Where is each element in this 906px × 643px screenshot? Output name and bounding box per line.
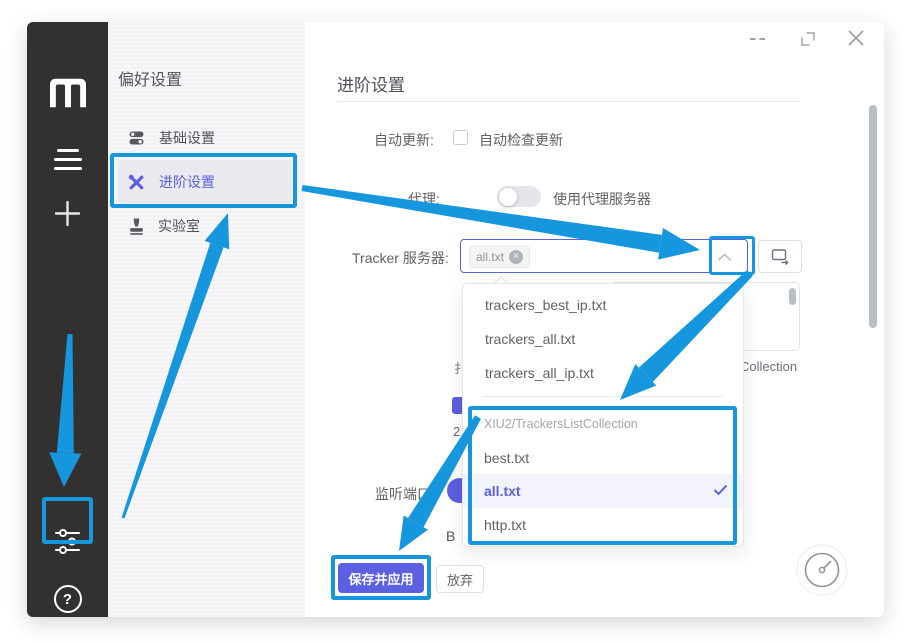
main-scrollbar-thumb[interactable] xyxy=(869,105,877,328)
sidebar: ? xyxy=(27,22,108,617)
basic-settings-icon xyxy=(128,130,145,146)
task-list-icon[interactable] xyxy=(27,149,108,170)
page-title: 进阶设置 xyxy=(337,71,405,96)
menu-item-label: 基础设置 xyxy=(159,128,215,148)
discard-button[interactable]: 放弃 xyxy=(436,565,484,593)
preferences-title: 偏好设置 xyxy=(118,66,182,90)
maximize-button[interactable] xyxy=(800,31,816,52)
app-window: ? 偏好设置 基础设置 进阶设置 实验室 xyxy=(0,0,906,643)
help-glyph: ? xyxy=(54,585,82,613)
dropdown-group-label: XIU2/TrackersListCollection xyxy=(484,417,638,431)
speed-gauge-button[interactable] xyxy=(796,544,848,601)
motrix-m-glyph xyxy=(50,78,86,108)
proxy-toggle[interactable] xyxy=(497,186,541,207)
auto-update-checkbox-label: 自动检查更新 xyxy=(479,130,563,150)
lab-icon xyxy=(129,218,144,235)
collection-link-fragment[interactable]: Collection xyxy=(740,359,797,374)
motrix-logo-icon xyxy=(27,78,108,108)
preferences-sliders-icon[interactable] xyxy=(27,529,108,554)
dropdown-option[interactable]: trackers_all_ip.txt xyxy=(464,356,744,389)
sync-trackers-button[interactable] xyxy=(758,240,802,273)
tracker-select-input[interactable]: all.txt × xyxy=(460,239,748,273)
tracker-label: Tracker 服务器: xyxy=(352,248,449,268)
sync-icon xyxy=(771,248,790,265)
dropdown-option[interactable]: http.txt xyxy=(463,508,743,541)
menu-item-label: 进阶设置 xyxy=(159,172,215,192)
tracker-tag: all.txt × xyxy=(469,246,530,268)
hidden-port-text-fragment: B xyxy=(446,528,461,544)
title-divider xyxy=(337,101,800,102)
sidebar-item-lab[interactable]: 实验室 xyxy=(129,216,200,236)
auto-update-checkbox[interactable] xyxy=(453,130,468,145)
help-icon[interactable]: ? xyxy=(27,585,108,613)
toggle-knob xyxy=(499,188,517,206)
advanced-settings-icon xyxy=(128,174,145,191)
dropdown-option[interactable]: trackers_best_ip.txt xyxy=(464,288,744,321)
proxy-label: 代理: xyxy=(408,189,440,209)
save-apply-button[interactable]: 保存并应用 xyxy=(338,563,424,593)
textarea-scrollbar-thumb[interactable] xyxy=(789,288,796,305)
preferences-panel xyxy=(108,22,305,617)
close-button[interactable] xyxy=(847,29,865,52)
dropdown-option-selected[interactable]: all.txt xyxy=(463,474,743,508)
selected-option-label: all.txt xyxy=(484,483,521,499)
add-task-icon[interactable] xyxy=(27,201,108,226)
dropdown-divider xyxy=(483,396,723,397)
tracker-tag-label: all.txt xyxy=(476,250,504,264)
chevron-up-icon[interactable] xyxy=(717,253,732,261)
dropdown-option[interactable]: best.txt xyxy=(463,441,743,474)
sidebar-item-advanced-settings[interactable]: 进阶设置 xyxy=(128,172,215,192)
proxy-switch-label: 使用代理服务器 xyxy=(553,189,651,209)
menu-item-label: 实验室 xyxy=(158,216,200,236)
tag-close-icon[interactable]: × xyxy=(509,250,523,264)
dropdown-option[interactable]: trackers_all.txt xyxy=(464,322,744,355)
gauge-icon xyxy=(796,544,848,596)
minimize-button[interactable] xyxy=(750,38,765,40)
check-icon xyxy=(713,484,728,496)
listen-port-label: 监听端口 xyxy=(375,484,431,504)
auto-update-label: 自动更新: xyxy=(374,130,434,150)
sidebar-item-basic-settings[interactable]: 基础设置 xyxy=(128,128,215,148)
